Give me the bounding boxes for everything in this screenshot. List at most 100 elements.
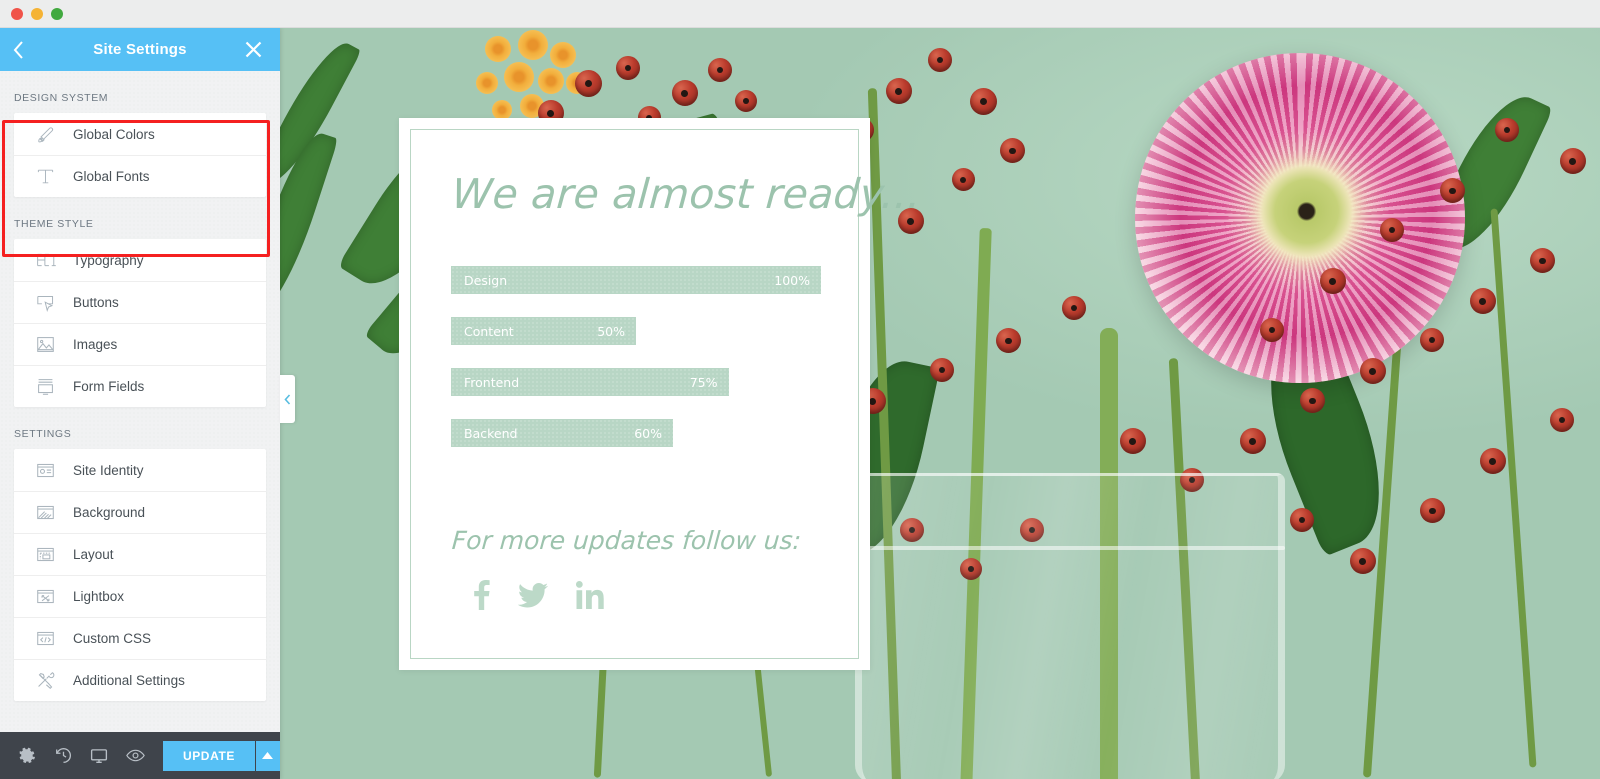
progress-bar-label: Design <box>464 272 508 288</box>
sidebar-item-background[interactable]: Background <box>14 491 266 533</box>
berry <box>952 168 975 191</box>
berry <box>672 80 698 106</box>
berry <box>1530 248 1555 273</box>
panel-close-button[interactable] <box>245 41 262 58</box>
panel-collapse-handle[interactable] <box>280 375 295 423</box>
berry <box>1120 428 1146 454</box>
sidebar-item-label: Form Fields <box>73 379 145 394</box>
sidebar-item-label: Site Identity <box>73 462 144 478</box>
sidebar-item-global-colors[interactable]: Global Colors <box>14 113 266 155</box>
berry <box>1420 498 1445 523</box>
follow-us-text: For more updates follow us: <box>450 526 803 555</box>
window-minimize-button[interactable] <box>31 7 43 20</box>
pink-flower <box>1135 53 1465 383</box>
gear-icon[interactable] <box>10 732 46 779</box>
preview-canvas: We are almost ready... Design 100% Conte… <box>280 28 1600 779</box>
sidebar-item-label: Background <box>73 505 146 520</box>
update-button[interactable]: UPDATE <box>162 740 255 771</box>
page-headline: We are almost ready... <box>450 170 923 218</box>
berry <box>1350 548 1376 574</box>
menu-design-system: Global Colors Global Fonts <box>14 113 266 197</box>
form-field-icon <box>36 377 73 396</box>
linkedin-icon[interactable] <box>576 581 604 609</box>
berry <box>1550 408 1574 432</box>
sidebar-item-label: Global Fonts <box>73 169 150 184</box>
sidebar-item-layout[interactable]: Layout <box>14 533 266 575</box>
image-icon <box>36 335 73 354</box>
sidebar-item-label: Layout <box>73 547 114 562</box>
berry <box>616 56 640 80</box>
sidebar-item-label: Lightbox <box>73 589 125 604</box>
lightbox-expand-icon <box>36 587 73 606</box>
berry <box>575 70 602 97</box>
sidebar-item-typography[interactable]: Typography <box>14 239 266 281</box>
berry <box>928 48 952 72</box>
tools-icon <box>36 671 73 690</box>
progress-bar-value: 75% <box>689 374 718 390</box>
sidebar-item-label: Custom CSS <box>73 631 152 646</box>
history-icon[interactable] <box>46 732 82 779</box>
group-label-design-system: DESIGN SYSTEM <box>14 92 109 104</box>
progress-bar: Content 50% <box>451 317 636 345</box>
progress-bar: Backend 60% <box>451 419 673 447</box>
berry <box>1320 268 1346 294</box>
sidebar-item-site-identity[interactable]: Site Identity <box>14 449 266 491</box>
berry <box>1260 318 1284 342</box>
coming-soon-card: We are almost ready... Design 100% Conte… <box>399 118 923 670</box>
menu-theme-style: Typography Buttons Images Form Fields <box>14 239 266 407</box>
progress-bar-value: 100% <box>774 272 810 288</box>
sidebar-item-label: Images <box>73 337 118 352</box>
window-maximize-button[interactable] <box>51 7 63 20</box>
berry <box>1470 288 1496 314</box>
preview-eye-icon[interactable] <box>117 732 153 779</box>
layout-icon <box>36 545 73 564</box>
sidebar-item-form-fields[interactable]: Form Fields <box>14 365 266 407</box>
progress-bar-list: Design 100% Content 50% Frontend 75% Bac… <box>451 266 821 470</box>
sidebar-item-lightbox[interactable]: Lightbox <box>14 575 266 617</box>
update-options-button[interactable] <box>254 740 280 771</box>
group-label-settings: SETTINGS <box>14 428 72 440</box>
sidebar-item-custom-css[interactable]: Custom CSS <box>14 617 266 659</box>
berry <box>1560 148 1586 174</box>
berry <box>996 328 1021 353</box>
social-links <box>473 580 604 610</box>
button-cursor-icon <box>36 294 73 312</box>
sidebar-item-label: Buttons <box>73 295 119 310</box>
progress-bar: Frontend 75% <box>451 368 729 396</box>
sidebar-item-additional-settings[interactable]: Additional Settings <box>14 659 266 701</box>
berry <box>1380 218 1404 242</box>
h1-heading-icon <box>36 252 73 268</box>
window-titlebar <box>0 0 1600 28</box>
responsive-monitor-icon[interactable] <box>81 732 117 779</box>
panel-title: Site Settings <box>93 41 187 58</box>
berry <box>708 58 732 82</box>
background-icon <box>36 503 73 522</box>
panel-footer: UPDATE <box>0 732 280 779</box>
berry <box>970 88 997 115</box>
progress-bar-value: 50% <box>597 323 625 339</box>
progress-bar-label: Frontend <box>464 374 520 390</box>
panel-header: Site Settings <box>0 28 280 71</box>
sidebar-item-global-fonts[interactable]: Global Fonts <box>14 155 266 197</box>
panel-back-button[interactable] <box>13 40 24 59</box>
sidebar-item-images[interactable]: Images <box>14 323 266 365</box>
berry <box>1062 296 1086 320</box>
menu-settings: Site Identity Background Layout Lightbox… <box>14 449 266 701</box>
window-close-button[interactable] <box>11 7 23 20</box>
twitter-icon[interactable] <box>517 582 548 608</box>
facebook-icon[interactable] <box>473 580 490 610</box>
sidebar-item-buttons[interactable]: Buttons <box>14 281 266 323</box>
paint-brush-icon <box>36 125 73 144</box>
panel-scroll-area[interactable]: DESIGN SYSTEM Global Colors Global Fonts… <box>0 71 280 732</box>
progress-bar-value: 60% <box>634 425 662 441</box>
code-brackets-icon <box>36 629 73 648</box>
elementor-site-settings-panel: Site Settings DESIGN SYSTEM Global Color… <box>0 28 280 779</box>
berry <box>1290 508 1314 532</box>
sidebar-item-label: Additional Settings <box>73 673 185 688</box>
group-label-theme-style: THEME STYLE <box>14 218 94 230</box>
app-root: We are almost ready... Design 100% Conte… <box>0 0 1600 779</box>
berry <box>1420 328 1444 352</box>
progress-bar: Design 100% <box>451 266 821 294</box>
sidebar-item-label: Global Colors <box>73 126 155 142</box>
berry <box>1240 428 1266 454</box>
